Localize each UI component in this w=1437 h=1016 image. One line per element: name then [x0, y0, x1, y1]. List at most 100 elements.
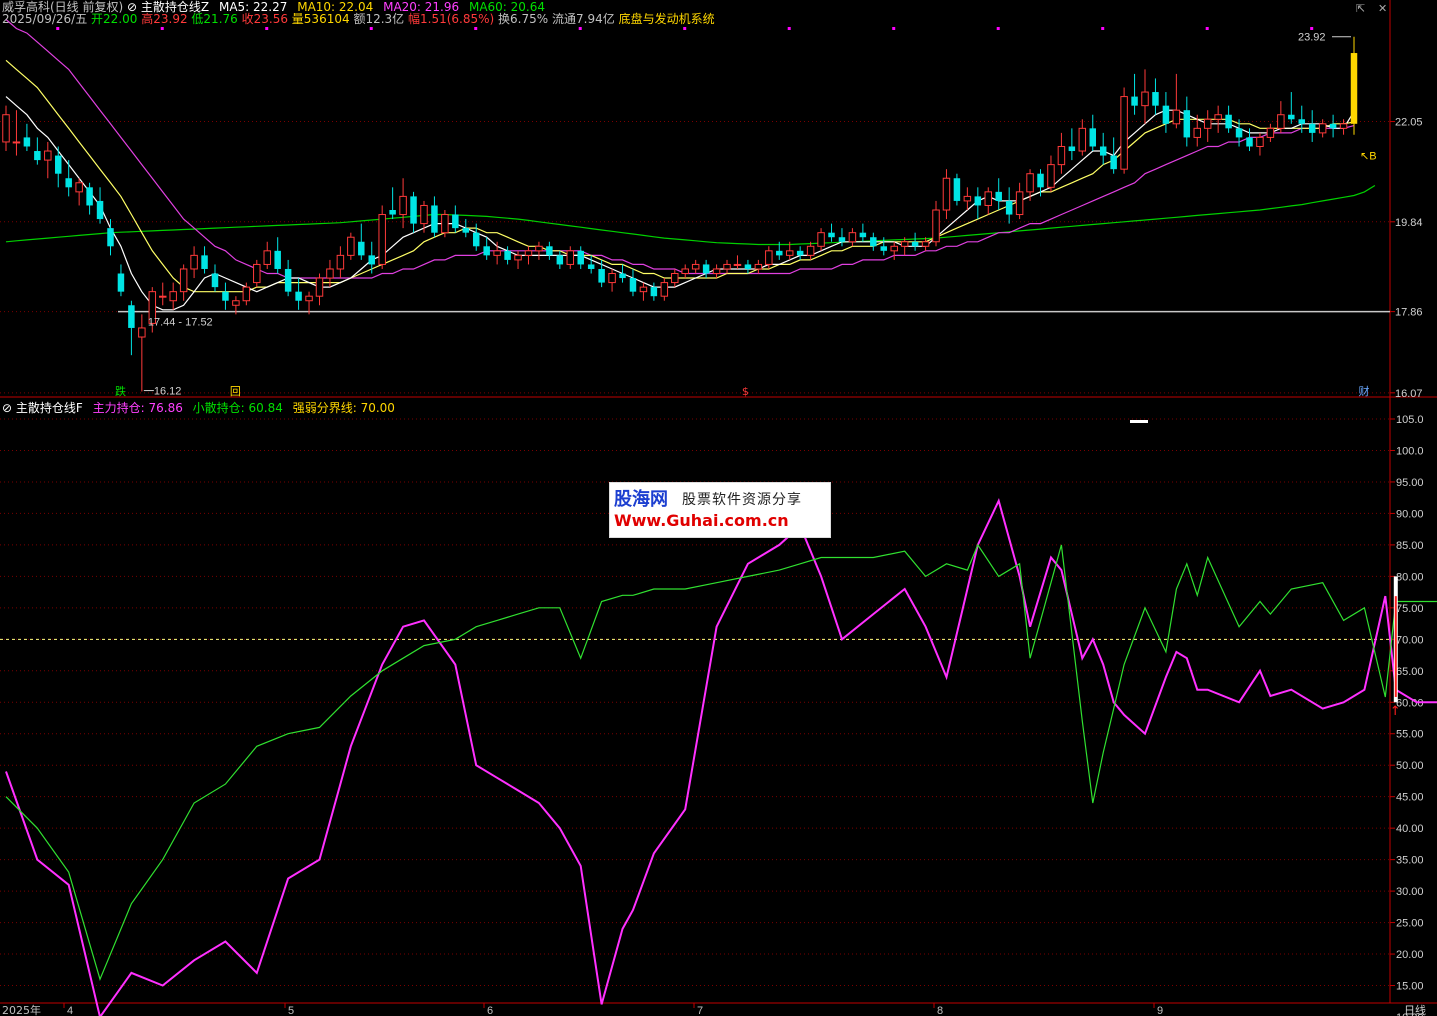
sub-indicator-name[interactable]: 主散持仓线F — [16, 401, 83, 415]
candle-body — [179, 268, 188, 293]
candle-body — [159, 295, 167, 298]
candle-body — [1099, 146, 1107, 156]
candle-body — [702, 264, 710, 274]
candle-body — [1110, 155, 1117, 170]
osc-tick-label: 90.00 — [1396, 508, 1424, 520]
candle-body — [441, 214, 449, 234]
signal-dot — [265, 27, 269, 30]
candle-body — [483, 246, 490, 256]
candle-body — [493, 250, 501, 256]
candle-body — [34, 151, 41, 161]
candle-body — [326, 268, 334, 279]
price-tick-label: 22.05 — [1395, 117, 1423, 129]
main-hold-line — [5, 497, 1437, 1016]
osc-tick-label: 85.00 — [1396, 540, 1424, 552]
candle-body — [23, 137, 31, 147]
event-marker: $ — [742, 385, 749, 398]
candle-body — [1047, 164, 1055, 188]
event-marker: 财 — [1358, 384, 1369, 398]
osc-tick-label: 75.00 — [1396, 603, 1424, 615]
range-label: 17.44 - 17.52 — [148, 317, 213, 329]
candle-body — [263, 250, 271, 265]
candle-body — [806, 245, 815, 256]
candle-body — [608, 273, 616, 284]
sub-panel-title: ⊘ 主散持仓线F 主力持仓: 76.86 小散持仓: 60.84 强弱分界线: … — [2, 401, 401, 415]
candle-body — [55, 155, 62, 174]
quote-high: 高23.92 — [141, 12, 188, 26]
candle-body — [462, 228, 470, 233]
candle-body — [577, 250, 584, 265]
signal-dot — [996, 27, 1000, 30]
candle-body — [1193, 127, 1201, 138]
candle-body — [1089, 128, 1096, 147]
retail-hold-value: 小散持仓: 60.84 — [192, 401, 283, 415]
quote-low: 低21.76 — [191, 12, 238, 26]
signal-dot — [1101, 27, 1105, 30]
candle-body — [671, 273, 679, 284]
candle-body — [274, 250, 281, 269]
quote-amount: 额12.3亿 — [353, 12, 405, 26]
candle-body — [587, 264, 595, 269]
candle-body — [368, 255, 375, 265]
candle-body — [504, 250, 511, 260]
month-label: 8 — [937, 1005, 943, 1016]
candle-body — [1246, 137, 1253, 147]
candle-body — [1277, 114, 1285, 129]
candle-body — [1037, 173, 1044, 188]
sub-collapse-icon[interactable]: ⊘ — [2, 401, 12, 415]
watermark-logo: 股海网 股票软件资源分享 Www.Guhai.com.cn — [609, 482, 831, 538]
candle-body — [744, 264, 752, 269]
candle-body — [765, 250, 773, 265]
event-marker: 跌 — [115, 384, 126, 398]
quote-open: 开22.00 — [91, 12, 138, 26]
candle-body — [222, 291, 229, 301]
candle-body — [838, 237, 846, 242]
candle-body — [796, 250, 804, 256]
signal-dot — [1205, 27, 1209, 30]
osc-tick-label: 15.00 — [1396, 981, 1424, 993]
candle-body — [1350, 53, 1358, 124]
candle-body — [900, 241, 909, 247]
up-arrow-icon: ↑ — [1390, 704, 1401, 719]
candle-body — [1131, 96, 1138, 106]
candle-body — [253, 263, 261, 284]
candle-body — [295, 291, 302, 301]
ma10-line — [5, 59, 1355, 293]
osc-tick-label: 25.00 — [1396, 918, 1424, 930]
candle-body — [660, 282, 669, 297]
candle-body — [524, 250, 533, 256]
candle-body — [681, 268, 689, 275]
osc-tick-label: 95.00 — [1396, 477, 1424, 489]
candle-body — [556, 255, 564, 265]
marker-dash — [1130, 420, 1148, 423]
close-icon: ✕ — [1378, 2, 1387, 15]
quote-close: 收23.56 — [241, 12, 288, 26]
candle-body — [995, 191, 1002, 201]
candle-body — [190, 254, 198, 270]
month-label: 9 — [1157, 1005, 1163, 1016]
candle-body — [86, 187, 93, 206]
quote-date: 2025/09/26/五 — [2, 12, 88, 26]
candle-body — [410, 196, 417, 224]
candle-body — [1141, 91, 1149, 107]
candle-body — [1183, 110, 1191, 138]
candle-body — [1172, 109, 1181, 125]
price-tick-label: 19.84 — [1395, 217, 1423, 229]
candle-body — [911, 241, 919, 247]
quote-float-cap: 流通7.94亿 — [552, 12, 615, 26]
candle-body — [1339, 123, 1348, 129]
signal-dot — [892, 27, 896, 30]
candle-body — [712, 268, 721, 275]
osc-tick-label: 100.0 — [1396, 445, 1424, 457]
candle-body — [566, 250, 575, 265]
candle-body — [785, 250, 794, 256]
candle-body — [921, 241, 930, 247]
candle-body — [535, 245, 543, 252]
candle-body — [1225, 114, 1232, 129]
candle-body — [953, 178, 961, 201]
price-tick-label: 17.86 — [1395, 307, 1423, 319]
candle-body — [1266, 127, 1275, 138]
candle-body — [880, 246, 888, 251]
quote-sector[interactable]: 底盘与发动机系统 — [619, 12, 715, 26]
candle-body — [1288, 114, 1295, 120]
